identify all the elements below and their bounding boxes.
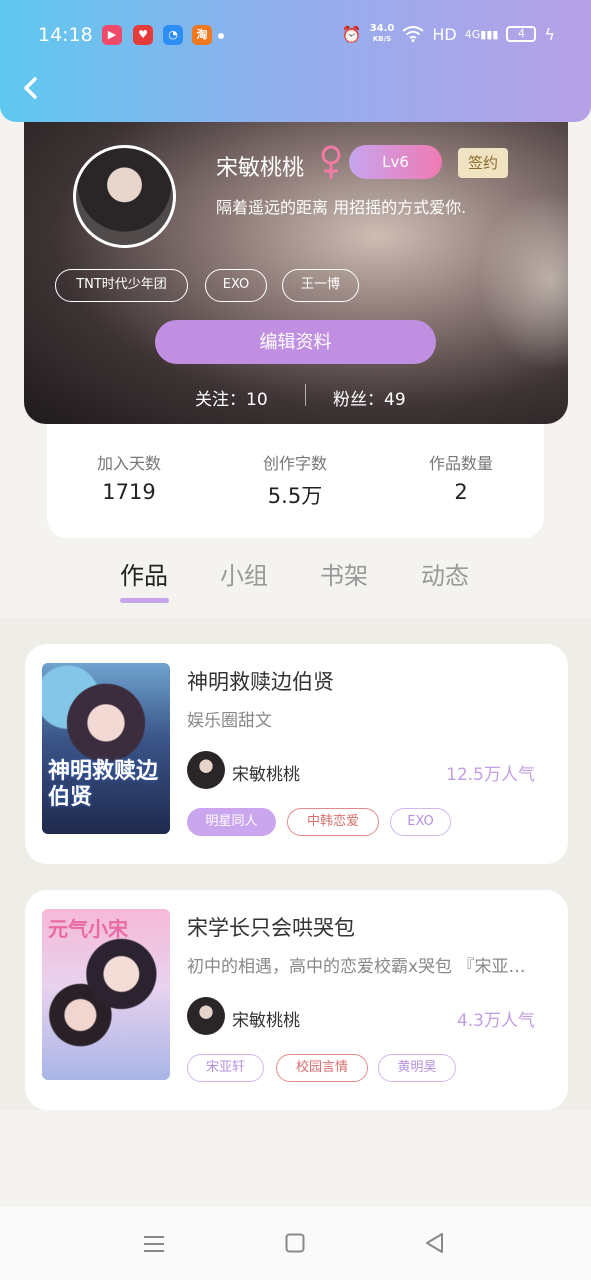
stat-join-days: 加入天数 1719 (49, 450, 209, 504)
work-subtitle: 初中的相遇，高中的恋爱校霸x哭包 『宋亚轩』 (187, 957, 542, 977)
tab-bar: 作品 小组 书架 动态 (0, 538, 591, 618)
tab-bookshelf[interactable]: 书架 (320, 556, 368, 591)
menu-icon[interactable] (143, 1234, 165, 1254)
author-name: 宋敏桃桃 (232, 765, 300, 785)
video-app-icon: ▶ (102, 25, 122, 45)
stat-value: 5.5万 (267, 484, 323, 508)
works-list: 神明救赎边伯贤 神明救赎边伯贤 娱乐圈甜文 宋敏桃桃 12.5万人气 明星同人 … (0, 618, 591, 1110)
work-tag[interactable]: 校园言情 (276, 1054, 368, 1082)
stat-label: 作品数量 (428, 454, 493, 473)
tab-groups[interactable]: 小组 (220, 556, 268, 591)
work-card[interactable]: 元气小宋 宋学长只会哄哭包 初中的相遇，高中的恋爱校霸x哭包 『宋亚轩』 宋敏桃… (25, 890, 568, 1110)
stats-panel: 加入天数 1719 创作字数 5.5万 作品数量 2 (47, 420, 544, 538)
level-badge: Lv6 (349, 145, 442, 179)
work-tag[interactable]: 黄明昊 (378, 1054, 456, 1082)
book-cover[interactable]: 元气小宋 (42, 909, 170, 1080)
author-avatar (187, 751, 225, 789)
work-card[interactable]: 神明救赎边伯贤 神明救赎边伯贤 娱乐圈甜文 宋敏桃桃 12.5万人气 明星同人 … (25, 644, 568, 864)
notification-dot (218, 33, 224, 39)
active-tab-indicator (120, 598, 169, 603)
work-tag[interactable]: 明星同人 (187, 808, 276, 836)
back-icon[interactable] (22, 76, 40, 100)
edit-profile-button[interactable]: 编辑资料 (155, 320, 436, 364)
work-subtitle: 娱乐圈甜文 (187, 711, 272, 731)
following-count[interactable]: 关注：10 (195, 385, 268, 410)
work-tag[interactable]: 中韩恋爱 (287, 808, 379, 836)
back-nav-icon[interactable] (424, 1232, 444, 1254)
followers-count[interactable]: 粉丝：49 (333, 385, 406, 410)
cover-title: 元气小宋 (48, 917, 128, 941)
popularity: 12.5万人气 (446, 765, 535, 785)
author-avatar (187, 997, 225, 1035)
divider (305, 384, 306, 406)
tab-works[interactable]: 作品 (120, 556, 168, 591)
charging-icon: ϟ (544, 24, 555, 44)
net-speed: 34.0 KB/S (369, 23, 395, 44)
work-tag[interactable]: 宋亚轩 (187, 1054, 264, 1082)
female-icon (321, 145, 341, 179)
stat-label: 创作字数 (262, 454, 327, 473)
signed-badge: 签约 (458, 148, 508, 178)
profile-tag[interactable]: TNT时代少年团 (55, 269, 188, 302)
status-time: 14:18 (38, 24, 93, 46)
profile-card: 宋敏桃桃 Lv6 签约 隔着遥远的距离 用招摇的方式爱你. TNT时代少年团 E… (24, 110, 568, 424)
tab-moments[interactable]: 动态 (421, 556, 469, 591)
work-title: 神明救赎边伯贤 (187, 670, 334, 694)
stat-value: 1719 (102, 480, 156, 504)
hd-label: HD (432, 24, 457, 44)
heart-app-icon: ♥ (133, 25, 153, 45)
header-bar: 14:18 ▶ ♥ ◔ 淘 ⏰ 34.0 KB/S HD 4G▮▮▮ 4 ϟ (0, 0, 591, 122)
home-icon[interactable] (285, 1233, 305, 1253)
author-name: 宋敏桃桃 (232, 1011, 300, 1031)
browser-app-icon: ◔ (163, 25, 183, 45)
system-nav-bar (0, 1207, 591, 1280)
wifi-icon (402, 26, 424, 42)
popularity: 4.3万人气 (456, 1011, 535, 1031)
alarm-icon: ⏰ (341, 24, 362, 44)
stat-label: 加入天数 (96, 454, 161, 473)
profile-tag[interactable]: EXO (205, 269, 267, 302)
work-tag[interactable]: EXO (390, 808, 451, 836)
profile-tag[interactable]: 王一博 (282, 269, 359, 302)
signal-icon: 4G▮▮▮ (464, 27, 499, 41)
work-title: 宋学长只会哄哭包 (187, 916, 355, 940)
profile-name: 宋敏桃桃 (216, 156, 305, 181)
cover-title: 神明救赎边伯贤 (48, 759, 159, 810)
profile-bio: 隔着遥远的距离 用招摇的方式爱你. (216, 198, 467, 217)
battery-icon: 4 (506, 26, 537, 42)
book-cover[interactable]: 神明救赎边伯贤 (42, 663, 170, 834)
stat-works-count: 作品数量 2 (381, 450, 541, 504)
avatar[interactable] (73, 145, 176, 248)
taobao-app-icon: 淘 (192, 25, 212, 45)
status-bar: 14:18 ▶ ♥ ◔ 淘 ⏰ 34.0 KB/S HD 4G▮▮▮ 4 ϟ (0, 0, 591, 52)
stat-word-count: 创作字数 5.5万 (215, 450, 375, 510)
stat-value: 2 (454, 480, 468, 504)
